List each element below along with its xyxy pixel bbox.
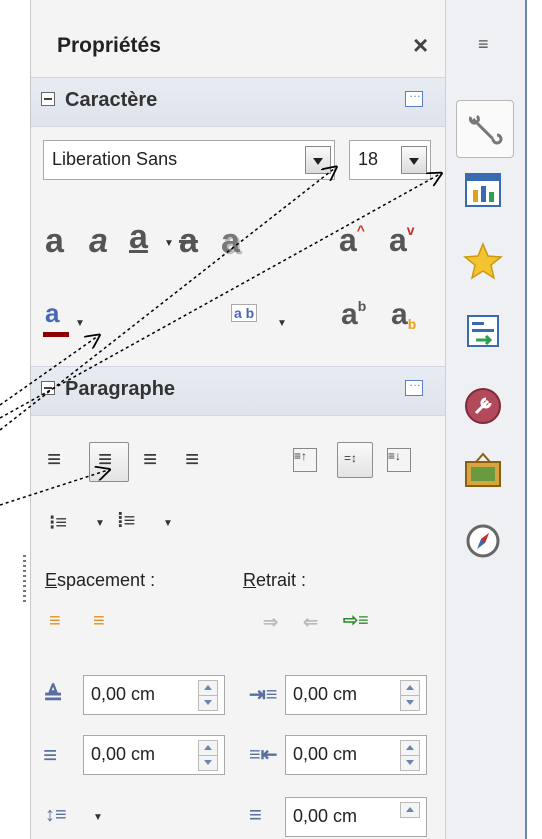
- after-text-indent-field[interactable]: 0,00 cm: [285, 735, 427, 775]
- below-paragraph-spacing-icon: ≡: [43, 742, 58, 769]
- navigator-icon[interactable]: [462, 310, 504, 352]
- spin-down-icon[interactable]: [400, 695, 420, 711]
- numbered-list-icon[interactable]: ⁞≡: [117, 510, 135, 533]
- collapse-icon[interactable]: [41, 381, 55, 395]
- justify-icon[interactable]: ≡: [185, 446, 199, 474]
- align-center-icon: ≡: [98, 446, 113, 473]
- font-name-combobox[interactable]: Liberation Sans: [43, 140, 335, 180]
- first-line-indent-icon: ≡: [249, 802, 262, 827]
- align-middle-icon: =↕: [344, 451, 358, 465]
- font-name-dropdown-button[interactable]: [305, 146, 331, 174]
- bullet-list-dropdown-icon[interactable]: ▼: [95, 518, 105, 529]
- more-options-icon[interactable]: [405, 86, 423, 107]
- align-right-icon[interactable]: ≡: [143, 446, 157, 474]
- below-paragraph-spacing-value: 0,00 cm: [91, 744, 156, 764]
- above-paragraph-spacing-icon: ≜: [43, 683, 64, 710]
- line-spacing-icon[interactable]: ↕≡: [45, 804, 67, 827]
- properties-deck: Propriétés × Caractère Liberation Sans 1…: [30, 0, 446, 839]
- gallery-icon[interactable]: [462, 450, 504, 492]
- gallery-star-icon[interactable]: [462, 240, 504, 282]
- paragraph-panel-title: Paragraphe: [65, 378, 176, 400]
- strikethrough-icon[interactable]: a: [179, 222, 198, 261]
- spin-up-icon[interactable]: [400, 680, 420, 696]
- spin-up-icon[interactable]: [198, 680, 218, 696]
- superscript-icon[interactable]: ab: [341, 298, 366, 332]
- font-color-icon[interactable]: a: [45, 298, 59, 329]
- first-line-indent-value: 0,00 cm: [293, 806, 358, 826]
- grow-font-icon[interactable]: a^: [339, 222, 365, 259]
- decrease-spacing-icon[interactable]: ≡: [93, 610, 105, 633]
- bullet-list-icon[interactable]: ⁝≡: [49, 510, 67, 535]
- character-panel-header[interactable]: Caractère: [31, 77, 446, 127]
- increase-spacing-icon[interactable]: ≡: [49, 610, 61, 633]
- align-left-icon[interactable]: ≡: [47, 446, 61, 474]
- underline-dropdown-icon[interactable]: ▼: [164, 238, 174, 249]
- compass-icon[interactable]: [462, 520, 504, 562]
- first-line-indent-field[interactable]: 0,00 cm: [285, 797, 427, 837]
- more-options-icon[interactable]: [405, 375, 423, 396]
- indent-label: Retrait :: [243, 570, 307, 590]
- character-spacing-icon[interactable]: a b: [231, 304, 258, 322]
- left-margin: [0, 0, 30, 839]
- font-size-value: 18: [358, 149, 379, 169]
- collapse-icon[interactable]: [41, 92, 55, 106]
- spin-up-icon[interactable]: [400, 802, 420, 818]
- font-color-dropdown-icon[interactable]: ▼: [75, 318, 85, 329]
- increase-indent-icon[interactable]: ⇒: [263, 612, 278, 633]
- subscript-icon[interactable]: ab: [391, 298, 416, 332]
- after-text-indent-icon: ≡⇤: [249, 744, 278, 766]
- numbered-list-dropdown-icon[interactable]: ▼: [163, 518, 173, 529]
- functions-icon[interactable]: [462, 385, 504, 427]
- font-size-dropdown-button[interactable]: [401, 146, 427, 174]
- spin-down-icon[interactable]: [198, 695, 218, 711]
- above-paragraph-spacing-value: 0,00 cm: [91, 684, 156, 704]
- align-bottom-icon[interactable]: ≡↓: [387, 448, 411, 472]
- spacing-label: Espacement :: [45, 570, 156, 590]
- below-paragraph-spacing-field[interactable]: 0,00 cm: [83, 735, 225, 775]
- before-text-indent-icon: ⇥≡: [249, 684, 278, 706]
- underline-icon[interactable]: a: [129, 218, 148, 257]
- deck-title: Propriétés: [57, 34, 161, 57]
- after-text-indent-value: 0,00 cm: [293, 744, 358, 764]
- line-spacing-dropdown-icon[interactable]: ▼: [93, 812, 103, 823]
- align-middle-button[interactable]: =↕: [337, 442, 373, 478]
- sidebar-tabbar: ≡: [445, 0, 526, 839]
- italic-icon[interactable]: a: [89, 222, 108, 261]
- window-edge: [525, 0, 542, 839]
- styles-tab-icon[interactable]: [462, 170, 504, 212]
- before-text-indent-value: 0,00 cm: [293, 684, 358, 704]
- align-top-icon[interactable]: ≡↑: [293, 448, 317, 472]
- paragraph-panel-header[interactable]: Paragraphe: [31, 366, 446, 416]
- character-spacing-dropdown-icon[interactable]: ▼: [277, 318, 287, 329]
- align-center-button[interactable]: ≡: [89, 442, 129, 482]
- font-color-swatch: [43, 332, 69, 337]
- font-name-value: Liberation Sans: [52, 149, 178, 169]
- font-size-combobox[interactable]: 18: [349, 140, 431, 180]
- hanging-indent-icon[interactable]: ⇨≡: [343, 610, 369, 631]
- spin-down-icon[interactable]: [198, 755, 218, 771]
- spin-up-icon[interactable]: [400, 740, 420, 756]
- decrease-indent-icon[interactable]: ⇐: [303, 612, 318, 633]
- shrink-font-icon[interactable]: av: [389, 222, 415, 259]
- above-paragraph-spacing-field[interactable]: 0,00 cm: [83, 675, 225, 715]
- sidebar-splitter-grip[interactable]: [23, 555, 26, 605]
- properties-tab[interactable]: [456, 100, 514, 158]
- sidebar-menu-icon[interactable]: ≡: [478, 34, 489, 55]
- before-text-indent-field[interactable]: 0,00 cm: [285, 675, 427, 715]
- wrench-icon: [468, 114, 503, 145]
- bold-icon[interactable]: a: [45, 222, 64, 261]
- spin-down-icon[interactable]: [400, 755, 420, 771]
- close-icon[interactable]: ×: [413, 30, 428, 61]
- shadow-icon[interactable]: a: [221, 222, 240, 261]
- character-panel-title: Caractère: [65, 89, 158, 111]
- spin-up-icon[interactable]: [198, 740, 218, 756]
